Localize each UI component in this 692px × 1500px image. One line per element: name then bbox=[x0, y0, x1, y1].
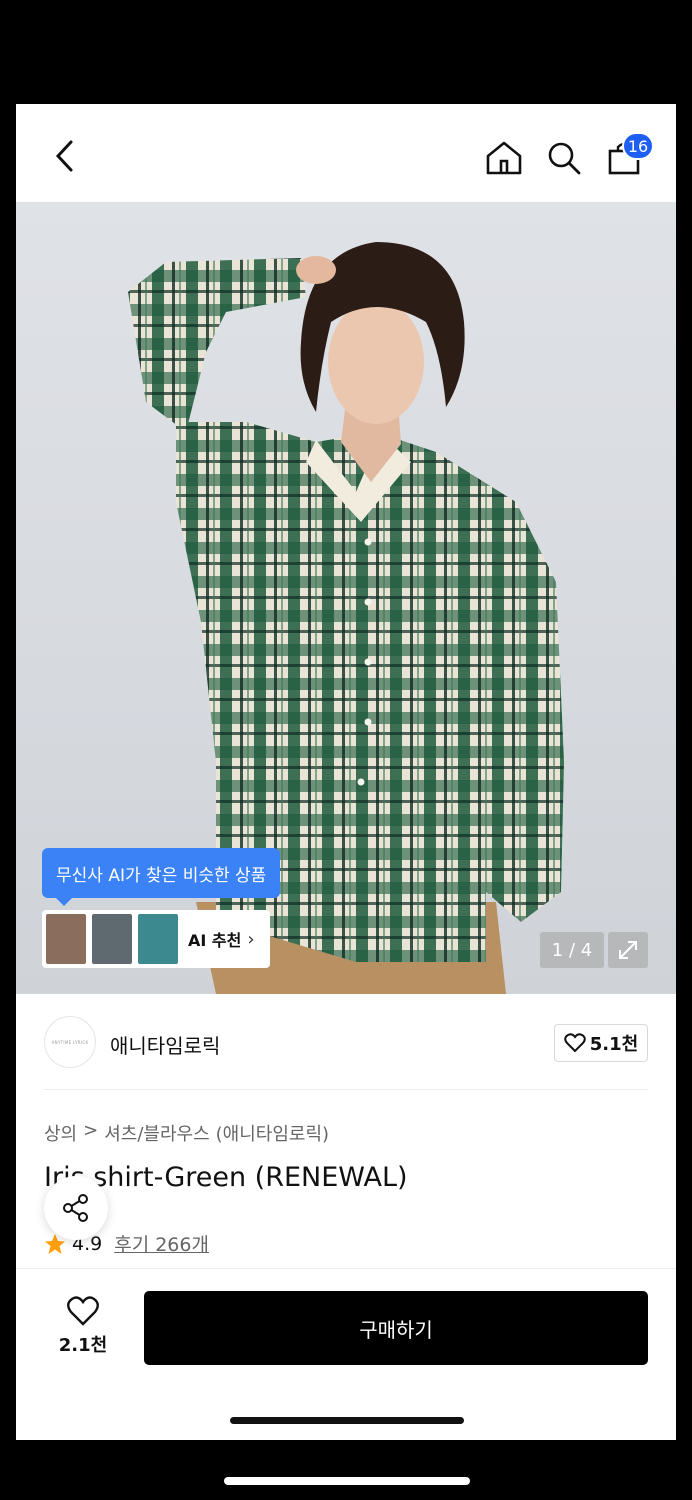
brand-like-count: 5.1천 bbox=[589, 1034, 639, 1055]
image-pager: 1 / 4 bbox=[540, 932, 604, 968]
buy-button[interactable]: 구매하기 bbox=[144, 1291, 648, 1365]
similar-product-thumb[interactable] bbox=[92, 914, 132, 964]
ai-recommend-strip[interactable]: AI 추천 › bbox=[42, 910, 270, 968]
brand-name[interactable]: 애니타임로릭 bbox=[110, 1030, 220, 1059]
breadcrumb-item[interactable]: 셔츠/블라우스 bbox=[104, 1120, 209, 1146]
review-count-link[interactable]: 후기 266개 bbox=[114, 1230, 209, 1257]
expand-image-button[interactable] bbox=[608, 932, 648, 968]
home-button[interactable] bbox=[480, 134, 528, 182]
breadcrumb-item[interactable]: (애니타임로릭) bbox=[216, 1120, 329, 1146]
top-navigation: 16 bbox=[16, 104, 676, 202]
breadcrumb: 상의 > 셔츠/블라우스 (애니타임로릭) bbox=[44, 1120, 329, 1146]
product-image[interactable]: 무신사 AI가 찾은 비슷한 상품 AI 추천 › 1 / 4 bbox=[16, 202, 676, 994]
divider bbox=[44, 1089, 648, 1090]
back-button[interactable] bbox=[42, 134, 86, 178]
heart-icon bbox=[564, 1033, 586, 1053]
brand-row: ANYTIME LYRICK 애니타임로릭 5.1천 bbox=[16, 994, 676, 1090]
breadcrumb-separator: > bbox=[83, 1120, 99, 1141]
similar-product-thumb[interactable] bbox=[46, 914, 86, 964]
share-icon bbox=[63, 1194, 88, 1222]
search-button[interactable] bbox=[540, 134, 588, 182]
bottom-action-bar: 2.1천 구매하기 bbox=[16, 1268, 676, 1440]
system-home-indicator bbox=[224, 1477, 470, 1485]
ai-recommend-label: AI 추천 bbox=[188, 931, 242, 950]
chevron-right-icon: › bbox=[247, 928, 255, 950]
home-icon bbox=[486, 141, 522, 175]
chevron-left-icon bbox=[55, 140, 73, 172]
ai-recommend-tooltip[interactable]: 무신사 AI가 찾은 비슷한 상품 bbox=[42, 848, 281, 906]
expand-icon bbox=[619, 941, 637, 959]
similar-product-thumb[interactable] bbox=[138, 914, 178, 964]
brand-logo[interactable]: ANYTIME LYRICK bbox=[44, 1016, 96, 1068]
heart-icon bbox=[67, 1296, 99, 1326]
share-button[interactable] bbox=[44, 1176, 108, 1240]
brand-like-button[interactable]: 5.1천 bbox=[554, 1024, 648, 1062]
breadcrumb-item[interactable]: 상의 bbox=[44, 1120, 77, 1146]
app-screen: 16 무신사 AI가 찾은 비슷한 상품 AI 추천 › 1 / 4 ANYTI… bbox=[16, 104, 676, 1440]
cart-count-badge: 16 bbox=[622, 132, 654, 160]
wishlist-count: 2.1천 bbox=[58, 1335, 108, 1356]
wishlist-button[interactable]: 2.1천 bbox=[52, 1295, 114, 1365]
home-indicator bbox=[230, 1417, 464, 1424]
search-icon bbox=[548, 142, 581, 175]
